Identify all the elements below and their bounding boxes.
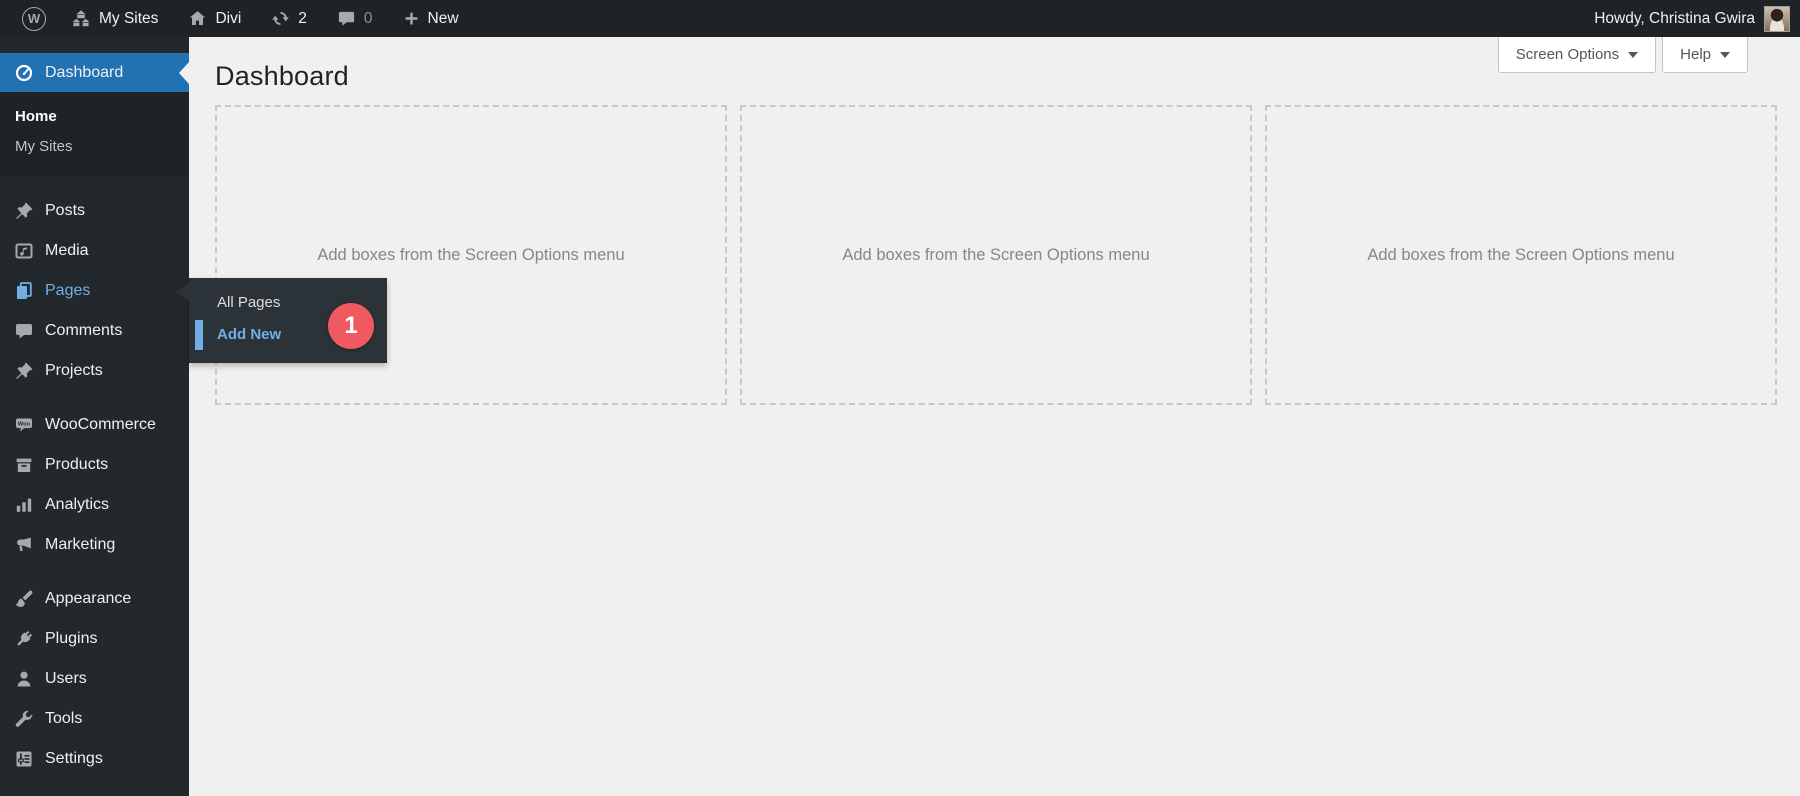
megaphone-icon bbox=[17, 537, 31, 552]
screen-meta-links: Screen Options Help bbox=[1497, 37, 1748, 73]
howdy-text: Howdy, Christina Gwira bbox=[1594, 9, 1755, 27]
sidebar-item-label: Analytics bbox=[45, 496, 110, 513]
sidebar-item-appearance[interactable]: Appearance bbox=[0, 579, 189, 619]
site-name-label: Divi bbox=[215, 9, 242, 27]
admin-bar-site-name[interactable]: Divi bbox=[173, 0, 256, 37]
admin-bar-account[interactable]: Howdy, Christina Gwira bbox=[1594, 0, 1800, 37]
menu-separator bbox=[0, 391, 189, 405]
sidebar-item-label: Products bbox=[45, 456, 109, 473]
screen-options-label: Screen Options bbox=[1515, 46, 1620, 63]
home-icon bbox=[190, 11, 206, 25]
sidebar-item-label: Projects bbox=[45, 362, 103, 379]
dashboard-icon bbox=[15, 64, 33, 81]
media-icon bbox=[15, 243, 33, 259]
sidebar-item-woocommerce[interactable]: Woo WooCommerce bbox=[0, 405, 189, 445]
plus-icon bbox=[405, 12, 417, 25]
chevron-down-icon bbox=[1720, 51, 1730, 58]
pin-icon bbox=[16, 202, 33, 219]
bar-chart-icon bbox=[16, 498, 32, 512]
sidebar-item-analytics[interactable]: Analytics bbox=[0, 485, 189, 525]
sidebar-item-pages[interactable]: Pages bbox=[0, 271, 189, 311]
chevron-down-icon bbox=[1628, 51, 1639, 58]
wrench-icon bbox=[15, 710, 33, 727]
plug-icon bbox=[17, 630, 33, 646]
sidebar-item-settings[interactable]: Settings bbox=[0, 739, 189, 779]
sidebar-item-products[interactable]: Products bbox=[0, 445, 189, 485]
sidebar-item-media[interactable]: Media bbox=[0, 231, 189, 271]
menu-separator bbox=[0, 176, 189, 191]
placeholder-box: Add boxes from the Screen Options menu bbox=[1265, 105, 1777, 405]
update-icon bbox=[272, 12, 290, 25]
user-icon bbox=[17, 671, 31, 687]
placeholder-text: Add boxes from the Screen Options menu bbox=[1367, 245, 1675, 264]
placeholder-text: Add boxes from the Screen Options menu bbox=[842, 245, 1150, 264]
sidebar-item-label: Pages bbox=[45, 282, 91, 299]
sidebar-item-label: Dashboard bbox=[45, 63, 124, 81]
sidebar-item-label: Marketing bbox=[45, 536, 116, 553]
main-content: Screen Options Help Dashboard Add boxes … bbox=[189, 37, 1800, 796]
step-annotation-badge: 1 bbox=[328, 303, 374, 349]
sidebar-item-plugins[interactable]: Plugins bbox=[0, 619, 189, 659]
sidebar: Dashboard Home My Sites Posts Media Page… bbox=[0, 37, 189, 796]
svg-text:Woo: Woo bbox=[18, 422, 31, 428]
new-label: New bbox=[427, 9, 459, 27]
wordpress-logo-menu[interactable]: W bbox=[12, 0, 56, 37]
archive-box-icon bbox=[16, 458, 32, 472]
sidebar-item-comments[interactable]: Comments bbox=[0, 311, 189, 351]
woocommerce-icon: Woo bbox=[16, 418, 32, 432]
admin-bar-my-sites[interactable]: My Sites bbox=[56, 0, 173, 37]
dashboard-submenu: Home My Sites bbox=[0, 92, 189, 176]
sidebar-item-marketing[interactable]: Marketing bbox=[0, 525, 189, 565]
placeholder-box: Add boxes from the Screen Options menu bbox=[740, 105, 1252, 405]
sidebar-item-label: Media bbox=[45, 242, 89, 259]
pages-flyout-submenu: All Pages Add New 1 bbox=[176, 278, 387, 363]
comment-count: 0 bbox=[363, 9, 373, 27]
comments-icon bbox=[338, 11, 355, 26]
sidebar-item-label: Appearance bbox=[45, 590, 132, 607]
wordpress-admin-screen: W My Sites Divi 2 0 New Howdy, Christina… bbox=[0, 0, 1800, 796]
menu-separator bbox=[0, 565, 189, 579]
sidebar-item-label: Settings bbox=[45, 750, 103, 767]
screen-options-button[interactable]: Screen Options bbox=[1497, 37, 1657, 73]
user-avatar bbox=[1764, 5, 1790, 32]
submenu-item-my-sites[interactable]: My Sites bbox=[0, 132, 189, 162]
placeholder-text: Add boxes from the Screen Options menu bbox=[317, 245, 625, 264]
dashboard-placeholder-boxes: Add boxes from the Screen Options menu A… bbox=[215, 105, 1777, 405]
admin-bar-comments[interactable]: 0 bbox=[322, 0, 388, 37]
admin-bar-left: W My Sites Divi 2 0 New bbox=[0, 0, 474, 37]
sidebar-item-projects[interactable]: Projects bbox=[0, 351, 189, 391]
help-button[interactable]: Help bbox=[1662, 37, 1748, 73]
multisite-icon bbox=[72, 9, 90, 26]
my-sites-label: My Sites bbox=[99, 9, 159, 27]
pin-icon bbox=[16, 362, 33, 379]
sidebar-item-label: WooCommerce bbox=[45, 416, 156, 433]
sidebar-item-label: Posts bbox=[45, 202, 86, 219]
sidebar-item-tools[interactable]: Tools bbox=[0, 699, 189, 739]
sidebar-item-posts[interactable]: Posts bbox=[0, 191, 189, 231]
sidebar-item-label: Comments bbox=[45, 322, 123, 339]
help-label: Help bbox=[1680, 46, 1711, 63]
update-count: 2 bbox=[298, 9, 307, 27]
sidebar-item-dashboard[interactable]: Dashboard bbox=[0, 53, 189, 92]
settings-sliders-icon bbox=[16, 751, 32, 767]
comment-bubble-icon bbox=[16, 324, 32, 339]
sidebar-item-label: Tools bbox=[45, 710, 83, 727]
admin-bar-new[interactable]: New bbox=[388, 0, 474, 37]
submenu-item-home[interactable]: Home bbox=[0, 102, 189, 132]
wordpress-logo-icon: W bbox=[22, 6, 46, 31]
admin-bar-updates[interactable]: 2 bbox=[256, 0, 322, 37]
brush-icon bbox=[15, 590, 33, 607]
admin-bar: W My Sites Divi 2 0 New Howdy, Christina… bbox=[0, 0, 1800, 37]
pages-icon bbox=[17, 282, 32, 299]
sidebar-item-users[interactable]: Users bbox=[0, 659, 189, 699]
sidebar-item-label: Plugins bbox=[45, 630, 98, 647]
sidebar-item-label: Users bbox=[45, 670, 87, 687]
